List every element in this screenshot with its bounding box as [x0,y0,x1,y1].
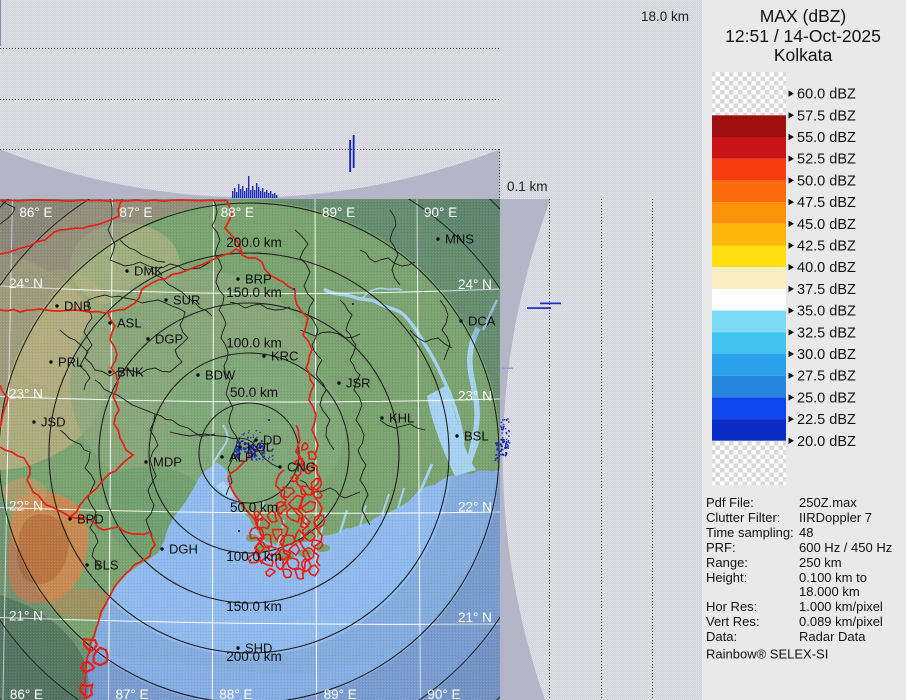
svg-text:MDP: MDP [153,455,182,470]
svg-text:37.5 dBZ: 37.5 dBZ [797,282,856,298]
svg-text:45.0 dBZ: 45.0 dBZ [797,217,856,233]
svg-text:PRF:: PRF: [706,540,736,555]
svg-text:21° N: 21° N [458,610,492,625]
svg-text:0.089 km/pixel: 0.089 km/pixel [799,614,883,629]
svg-text:50.0 km: 50.0 km [230,385,278,400]
svg-text:DGP: DGP [155,332,183,347]
svg-text:86° E: 86° E [10,687,43,700]
svg-text:DNB: DNB [64,299,91,314]
svg-text:87° E: 87° E [119,205,152,220]
svg-text:DCA: DCA [468,314,496,329]
svg-text:27.5 dBZ: 27.5 dBZ [797,369,856,385]
svg-text:Height:: Height: [706,570,747,585]
svg-text:22° N: 22° N [9,499,43,514]
svg-text:50.0 dBZ: 50.0 dBZ [797,173,856,189]
svg-text:ASL: ASL [117,316,142,331]
svg-text:BLS: BLS [94,558,119,573]
svg-text:23° N: 23° N [458,389,492,404]
svg-text:89° E: 89° E [324,687,357,700]
svg-text:50.0 km: 50.0 km [230,500,278,515]
svg-text:IIRDoppler 7: IIRDoppler 7 [799,510,872,525]
svg-text:250Z.max: 250Z.max [799,495,857,510]
svg-text:200.0 km: 200.0 km [226,649,282,664]
svg-text:22° N: 22° N [458,500,492,515]
svg-text:60.0 dBZ: 60.0 dBZ [797,87,856,103]
svg-text:90° E: 90° E [424,205,457,220]
svg-text:47.5 dBZ: 47.5 dBZ [797,195,856,211]
svg-text:Rainbow® SELEX-SI: Rainbow® SELEX-SI [706,647,828,662]
svg-text:JSD: JSD [41,415,66,430]
svg-text:Pdf File:: Pdf File: [706,495,754,510]
svg-text:88° E: 88° E [219,687,252,700]
svg-text:SUR: SUR [173,293,200,308]
svg-text:600 Hz / 450 Hz: 600 Hz / 450 Hz [799,540,892,555]
svg-text:88° E: 88° E [221,205,254,220]
svg-text:MAX (dBZ): MAX (dBZ) [760,6,847,26]
svg-text:KHL: KHL [389,411,414,426]
svg-text:250 km: 250 km [799,555,842,570]
svg-text:ALP: ALP [229,450,254,465]
svg-text:42.5 dBZ: 42.5 dBZ [797,239,856,255]
svg-text:Clutter Filter:: Clutter Filter: [706,510,780,525]
svg-text:86° E: 86° E [19,205,52,220]
svg-text:32.5 dBZ: 32.5 dBZ [797,325,856,341]
svg-text:Data:: Data: [706,629,737,644]
svg-text:BDW: BDW [205,368,236,383]
svg-text:22.5 dBZ: 22.5 dBZ [797,412,856,428]
svg-text:1.000 km/pixel: 1.000 km/pixel [799,599,883,614]
svg-text:18.000 km: 18.000 km [799,584,860,599]
svg-text:200.0 km: 200.0 km [226,235,282,250]
svg-text:24° N: 24° N [458,277,492,292]
svg-text:90° E: 90° E [427,687,460,700]
svg-text:23° N: 23° N [9,387,43,402]
svg-text:BSL: BSL [464,429,489,444]
svg-text:150.0 km: 150.0 km [226,599,282,614]
svg-text:Radar Data: Radar Data [799,629,866,644]
svg-text:57.5 dBZ: 57.5 dBZ [797,108,856,124]
svg-text:Vert Res:: Vert Res: [706,614,759,629]
svg-text:40.0 dBZ: 40.0 dBZ [797,260,856,276]
svg-text:CNG: CNG [287,460,316,475]
svg-text:89° E: 89° E [322,205,355,220]
svg-text:52.5 dBZ: 52.5 dBZ [797,152,856,168]
svg-text:DGH: DGH [169,542,198,557]
svg-text:150.0 km: 150.0 km [226,285,282,300]
svg-text:12:51 / 14-Oct-2025: 12:51 / 14-Oct-2025 [725,26,881,46]
svg-text:25.0 dBZ: 25.0 dBZ [797,390,856,406]
svg-text:35.0 dBZ: 35.0 dBZ [797,304,856,320]
svg-text:Hor Res:: Hor Res: [706,599,757,614]
svg-text:Time sampling:: Time sampling: [706,525,794,540]
svg-text:24° N: 24° N [9,276,43,291]
svg-text:55.0 dBZ: 55.0 dBZ [797,130,856,146]
svg-text:100.0 km: 100.0 km [226,336,282,351]
svg-text:JSR: JSR [346,376,371,391]
svg-text:BNK: BNK [117,365,144,380]
svg-text:30.0 dBZ: 30.0 dBZ [797,347,856,363]
svg-text:BPD: BPD [77,512,104,527]
svg-text:DMK: DMK [134,264,163,279]
svg-text:87° E: 87° E [116,687,149,700]
svg-text:0.1 km: 0.1 km [507,179,548,194]
svg-text:KRC: KRC [271,349,298,364]
svg-text:MNS: MNS [445,232,474,247]
svg-text:48: 48 [799,525,813,540]
svg-text:18.0 km: 18.0 km [641,9,689,24]
svg-text:Range:: Range: [706,555,748,570]
svg-text:PRL: PRL [58,355,83,370]
svg-text:100.0 km: 100.0 km [226,549,282,564]
svg-text:Kolkata: Kolkata [774,45,833,65]
svg-text:21° N: 21° N [9,609,43,624]
svg-text:20.0 dBZ: 20.0 dBZ [797,434,856,450]
svg-text:0.100 km to: 0.100 km to [799,570,867,585]
